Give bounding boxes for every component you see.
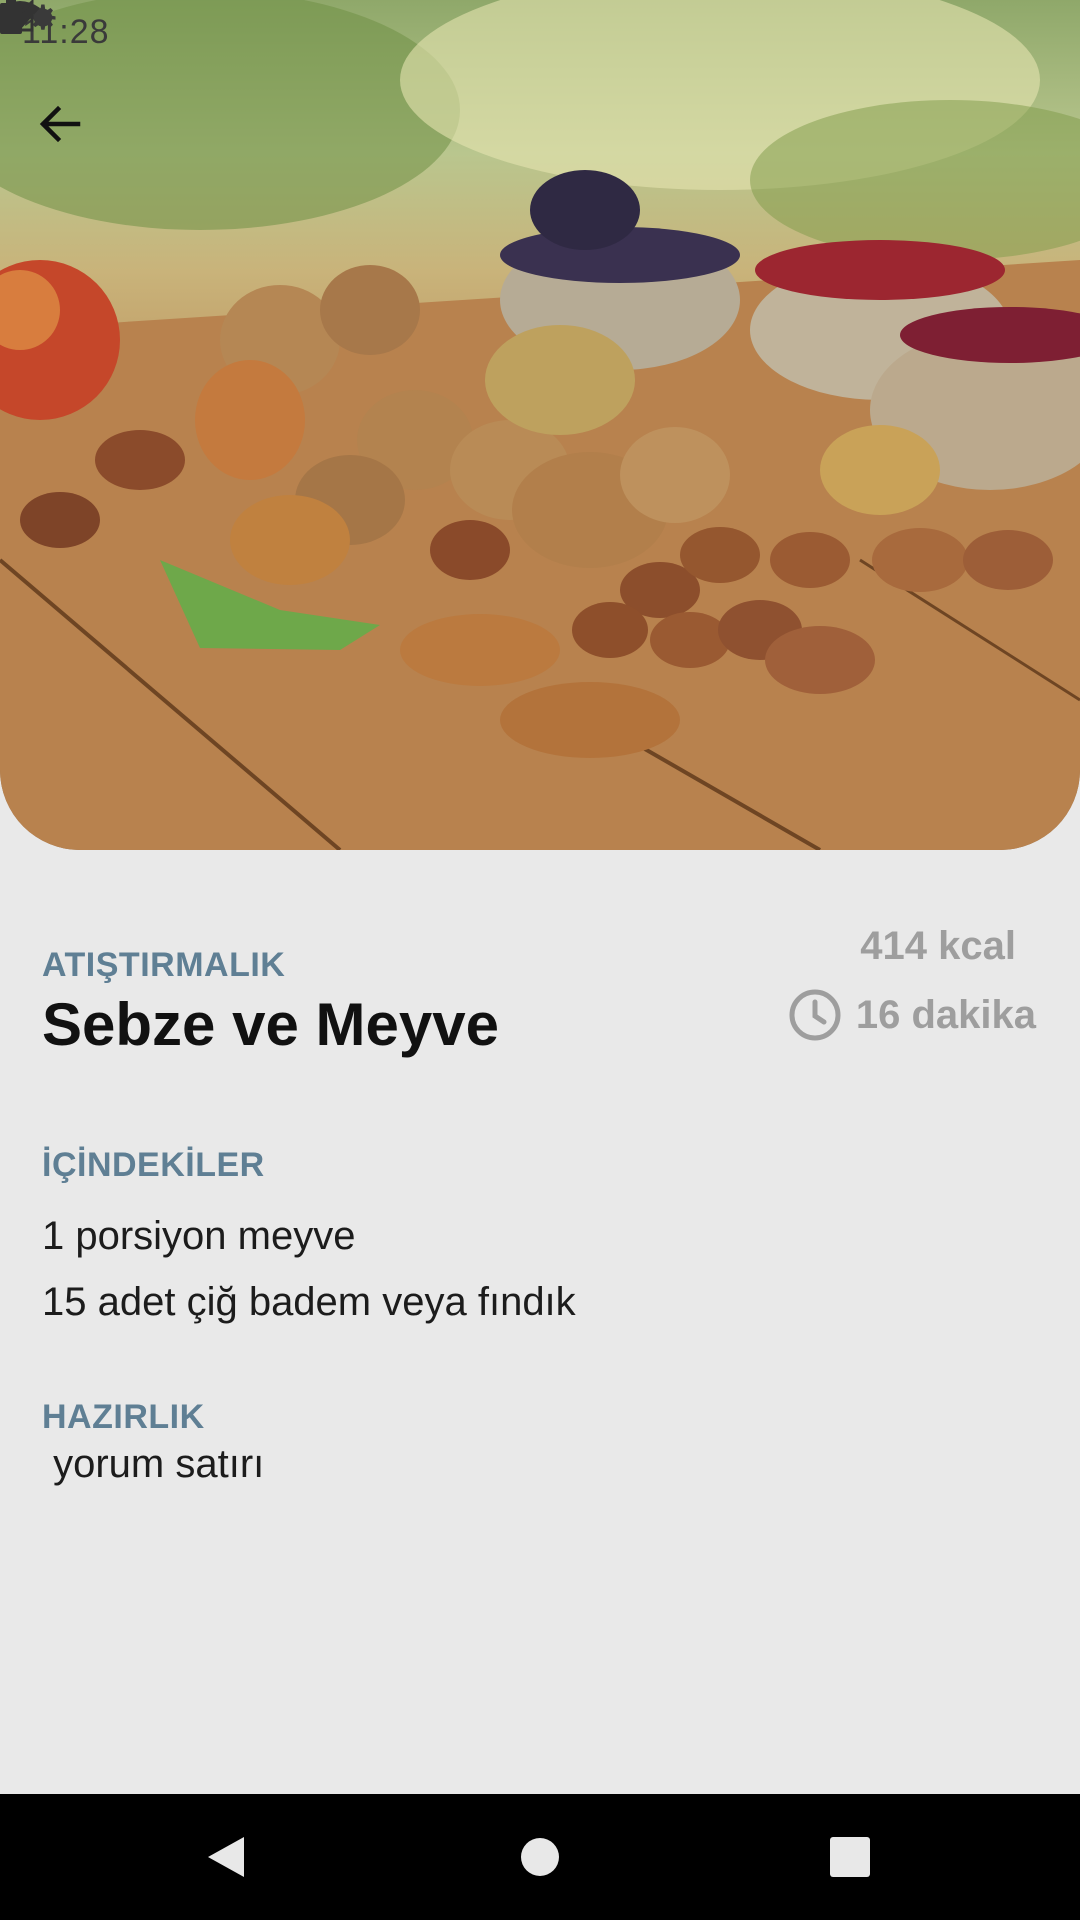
recipe-duration: 16 dakika <box>788 988 1036 1042</box>
preparation-text: yorum satırı <box>42 1442 265 1486</box>
nav-back-button[interactable] <box>166 1794 286 1920</box>
ingredients-label: İÇİNDEKİLER <box>42 1146 265 1184</box>
hero-image: 11:28 <box>0 0 1080 850</box>
nav-home-button[interactable] <box>480 1794 600 1920</box>
back-button[interactable] <box>36 100 108 172</box>
recipe-duration-text: 16 dakika <box>855 992 1036 1037</box>
preparation-label: HAZIRLIK <box>42 1398 205 1436</box>
recipe-category: ATIŞTIRMALIK <box>42 946 286 984</box>
battery-icon <box>0 0 22 34</box>
clock-icon <box>789 989 841 1041</box>
ingredient-item: 1 porsiyon meyve <box>42 1214 356 1258</box>
nav-back-icon <box>208 1837 244 1877</box>
ingredient-item: 15 adet çiğ badem veya fındık <box>42 1280 576 1324</box>
nav-recents-button[interactable] <box>790 1794 910 1920</box>
recipe-title: Sebze ve Meyve <box>42 991 499 1058</box>
status-bar: 11:28 <box>0 0 1080 64</box>
system-nav-bar <box>0 1794 1080 1920</box>
recipe-calories: 414 kcal <box>860 924 1016 968</box>
nav-recents-icon <box>830 1837 870 1877</box>
nav-home-icon <box>521 1838 559 1876</box>
arrow-left-icon <box>39 105 81 143</box>
nuts-illustration <box>0 0 1080 850</box>
